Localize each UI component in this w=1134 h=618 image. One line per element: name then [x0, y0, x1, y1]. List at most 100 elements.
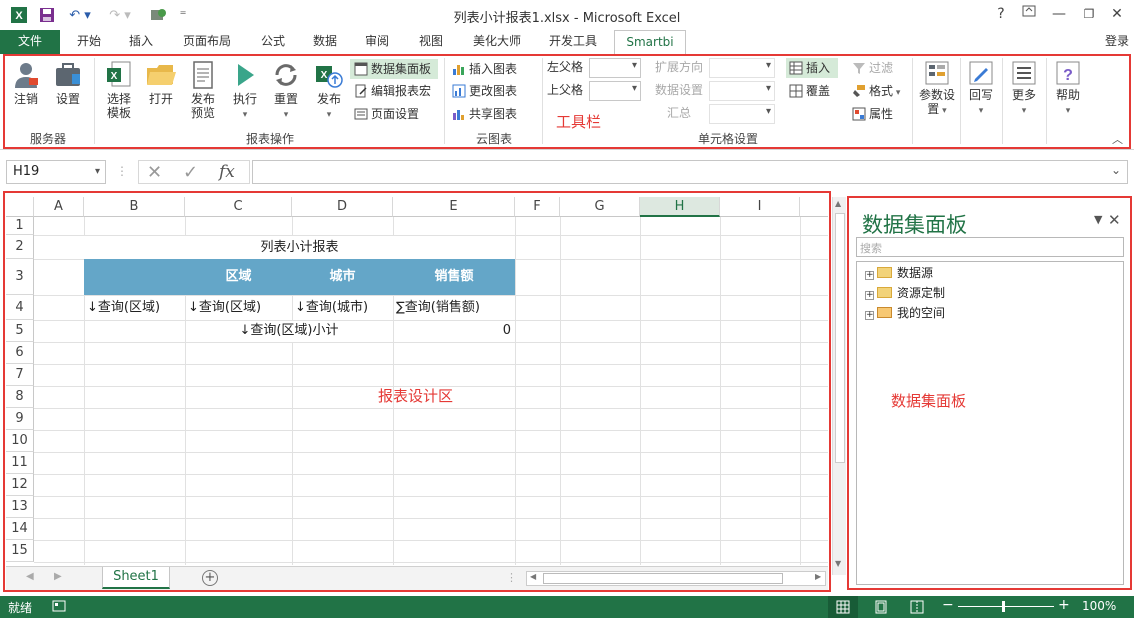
restore-button[interactable]: ❐	[1076, 4, 1102, 24]
column-header[interactable]: F	[515, 197, 560, 217]
select-all-corner[interactable]	[6, 197, 34, 217]
tree-item-my-space[interactable]: + 我的空间	[865, 304, 945, 322]
data-cell-d4[interactable]: ↓查询(城市)	[295, 295, 368, 320]
row-header[interactable]: 6	[6, 342, 34, 364]
tree-item-datasource[interactable]: + 数据源	[865, 264, 933, 282]
tab-split-grip-icon[interactable]: ⋮	[506, 571, 517, 584]
vertical-scrollbar[interactable]: ▲ ▼	[832, 197, 846, 575]
left-parent-combo[interactable]	[589, 58, 641, 78]
column-header[interactable]: C	[185, 197, 292, 217]
h-scrollbar-thumb[interactable]	[543, 573, 783, 584]
header-cell-sales[interactable]: 销售额	[393, 259, 515, 295]
panel-close-icon[interactable]: ✕	[1108, 211, 1121, 229]
param-settings-button[interactable]: 参数设 置 ▾	[916, 60, 958, 118]
logout-button[interactable]: 注销	[8, 60, 44, 106]
row-header[interactable]: 11	[6, 452, 34, 474]
row-header[interactable]: 14	[6, 518, 34, 540]
subtotal-value-cell[interactable]: 0	[393, 320, 511, 342]
scroll-up-icon[interactable]: ▲	[835, 199, 841, 208]
summary-combo[interactable]	[709, 104, 775, 124]
insert-mode-button[interactable]: 插入	[786, 58, 838, 78]
enter-formula-icon[interactable]: ✓	[183, 162, 198, 183]
collapse-ribbon-icon[interactable]: ︿	[1112, 130, 1123, 150]
share-chart-button[interactable]: 共享图表	[452, 104, 517, 124]
more-button[interactable]: 更多 ▾	[1006, 60, 1042, 118]
tab-page-layout[interactable]: 页面布局	[172, 30, 242, 54]
close-button[interactable]: ✕	[1104, 4, 1130, 24]
top-parent-combo[interactable]	[589, 81, 641, 101]
overwrite-mode-button[interactable]: 覆盖	[789, 81, 830, 101]
scroll-down-icon[interactable]: ▼	[835, 559, 841, 568]
zoom-slider-thumb[interactable]	[1002, 601, 1005, 612]
data-cell-b4[interactable]: ↓查询(区域)	[87, 295, 160, 320]
expand-direction-combo[interactable]	[709, 58, 775, 78]
report-title-cell[interactable]: 列表小计报表	[84, 236, 515, 259]
expand-formula-icon[interactable]: ⌄	[1111, 163, 1121, 177]
name-box[interactable]: H19 ▾	[6, 160, 106, 184]
tab-developer[interactable]: 开发工具	[538, 30, 608, 54]
edit-macro-button[interactable]: 编辑报表宏	[354, 81, 431, 101]
row-header[interactable]: 8	[6, 386, 34, 408]
minimize-button[interactable]: —	[1046, 4, 1072, 24]
row-header[interactable]: 7	[6, 364, 34, 386]
expand-icon[interactable]: +	[865, 271, 874, 280]
expand-icon[interactable]: +	[865, 311, 874, 320]
add-sheet-button[interactable]: +	[202, 570, 218, 586]
page-layout-view-button[interactable]	[866, 596, 896, 618]
data-cell-e4[interactable]: ∑查询(销售额)	[396, 295, 480, 320]
change-chart-button[interactable]: 更改图表	[452, 81, 517, 101]
tab-insert[interactable]: 插入	[118, 30, 164, 54]
help-ribbon-button[interactable]: ? 帮助 ▾	[1050, 60, 1086, 118]
select-template-button[interactable]: X 选择 模板	[100, 60, 138, 120]
scroll-right-icon[interactable]: ▶	[815, 572, 821, 581]
row-header[interactable]: 9	[6, 408, 34, 430]
column-header[interactable]: I	[720, 197, 800, 217]
publish-button[interactable]: X 发布 ▾	[310, 60, 348, 122]
column-header[interactable]: G	[560, 197, 640, 217]
row-header[interactable]: 3	[6, 259, 34, 295]
normal-view-button[interactable]	[828, 596, 858, 618]
help-button[interactable]: ?	[988, 4, 1014, 24]
header-cell-region[interactable]: 区域	[185, 259, 292, 295]
tab-beautify[interactable]: 美化大师	[462, 30, 532, 54]
column-header[interactable]: B	[84, 197, 185, 217]
filter-button[interactable]: 过滤	[852, 58, 893, 78]
dataset-panel-button[interactable]: 数据集面板	[350, 59, 438, 79]
column-header[interactable]: A	[34, 197, 84, 217]
column-header[interactable]: E	[393, 197, 515, 217]
open-button[interactable]: 打开	[142, 60, 180, 106]
tab-view[interactable]: 视图	[408, 30, 454, 54]
row-header[interactable]: 13	[6, 496, 34, 518]
subtotal-label-cell[interactable]: ↓查询(区域)小计	[185, 320, 393, 342]
macro-record-icon[interactable]	[52, 599, 66, 616]
tab-file[interactable]: 文件	[0, 30, 60, 54]
settings-button[interactable]: 设置	[50, 60, 86, 106]
column-header-selected[interactable]: H	[640, 197, 720, 217]
header-cell-city[interactable]: 城市	[292, 259, 393, 295]
format-button[interactable]: 格式 ▾	[852, 81, 900, 101]
panel-search-input[interactable]: 搜索	[856, 237, 1124, 257]
worksheet[interactable]: A B C D E F G H I 1 2 3 4 5 6 7 8 9 10 1…	[6, 197, 828, 565]
zoom-slider[interactable]	[958, 606, 1054, 607]
expand-icon[interactable]: +	[865, 291, 874, 300]
row-header[interactable]: 1	[6, 217, 34, 235]
next-sheet-icon[interactable]: ▶	[54, 571, 62, 582]
horizontal-scrollbar[interactable]: ◀ ▶	[526, 571, 826, 586]
tab-data[interactable]: 数据	[302, 30, 348, 54]
scroll-left-icon[interactable]: ◀	[530, 572, 536, 581]
execute-button[interactable]: 执行 ▾	[226, 60, 264, 122]
insert-function-icon[interactable]: fx	[219, 162, 235, 182]
panel-options-icon[interactable]: ▼	[1094, 213, 1102, 226]
scrollbar-thumb[interactable]	[835, 213, 845, 463]
ribbon-display-options-icon[interactable]	[1016, 4, 1042, 24]
page-break-view-button[interactable]	[902, 596, 932, 618]
tab-formulas[interactable]: 公式	[250, 30, 296, 54]
row-header[interactable]: 2	[6, 235, 34, 259]
writeback-button[interactable]: 回写 ▾	[964, 60, 998, 118]
formula-input[interactable]: ⌄	[252, 160, 1128, 184]
insert-chart-button[interactable]: 插入图表	[452, 59, 517, 79]
data-cell-c4[interactable]: ↓查询(区域)	[188, 295, 261, 320]
tab-home[interactable]: 开始	[66, 30, 112, 54]
properties-button[interactable]: 属性	[852, 104, 893, 124]
row-header[interactable]: 4	[6, 295, 34, 320]
